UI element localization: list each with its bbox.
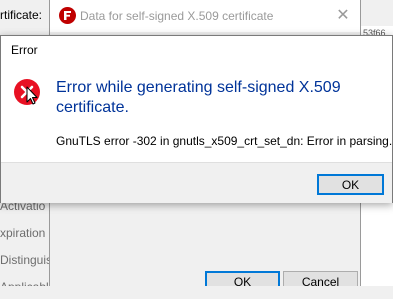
error-dialog-titlebar: Error (1, 36, 392, 62)
filezilla-icon (59, 7, 76, 24)
error-icon (13, 78, 41, 106)
bottom-bar (0, 286, 393, 299)
error-dialog: Error Error while generating self-signed… (0, 35, 393, 203)
error-detail: GnuTLS error -302 in gnutls_x509_crt_set… (56, 134, 393, 148)
error-heading: Error while generating self-signed X.509… (56, 79, 341, 116)
data-dialog-titlebar: Data for self-signed X.509 certificate ✕ (50, 0, 360, 32)
error-dialog-footer: OK (1, 162, 392, 203)
error-ok-button[interactable]: OK (317, 174, 384, 195)
expiration-label: xpiration (0, 226, 46, 240)
error-dialog-body: Error while generating self-signed X.509… (1, 62, 392, 162)
certificate-label: rtificate: (0, 8, 43, 22)
data-dialog-title: Data for self-signed X.509 certificate (80, 9, 274, 23)
close-icon[interactable]: ✕ (332, 4, 354, 26)
error-dialog-title: Error (11, 43, 38, 57)
